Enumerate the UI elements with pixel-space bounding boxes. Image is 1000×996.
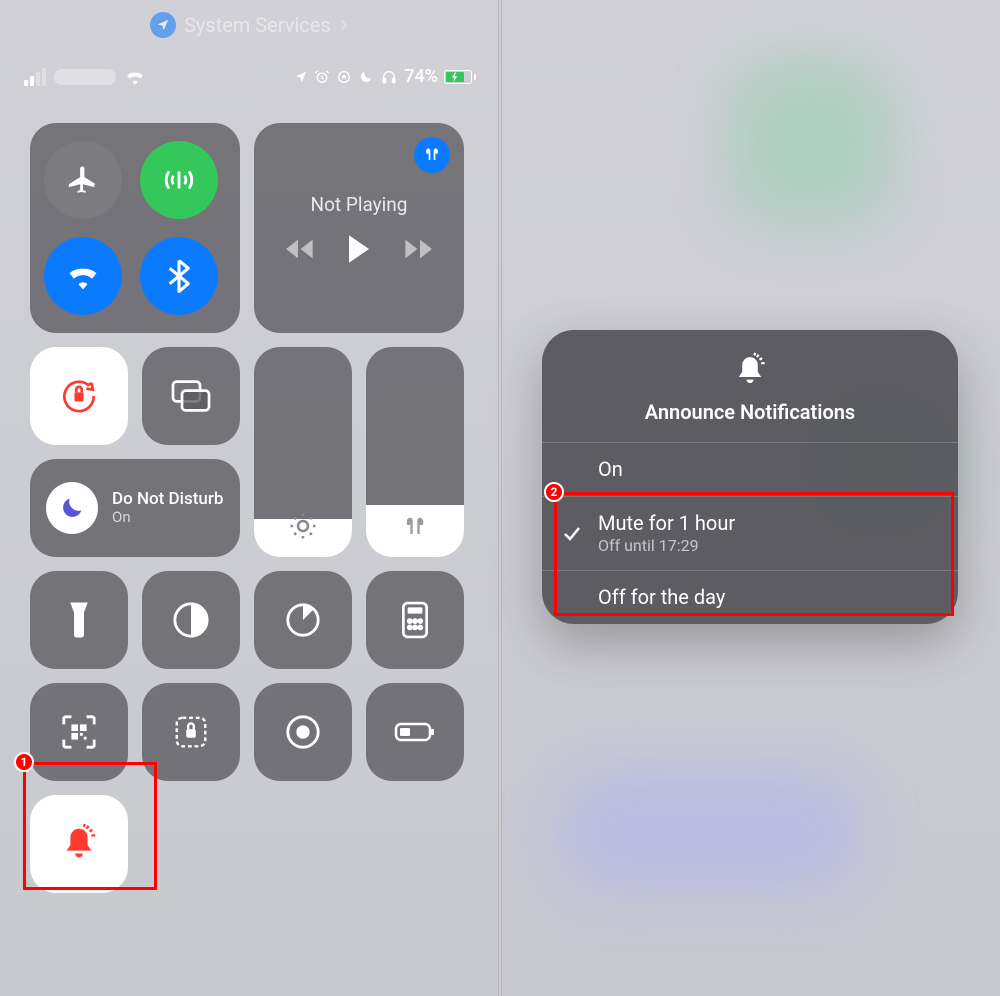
headphones-icon — [380, 69, 398, 85]
brightness-icon — [288, 511, 318, 541]
rewind-icon[interactable] — [286, 238, 318, 260]
wifi-icon — [124, 69, 146, 85]
option-label: Off for the day — [598, 585, 725, 610]
announce-bell-icon — [729, 352, 771, 390]
focus-button[interactable]: Do Not Disturb On — [30, 459, 240, 557]
announce-popover: Announce Notifications On Mute for 1 hou… — [542, 330, 958, 624]
timer-button[interactable] — [254, 571, 352, 669]
status-bar: 74% — [0, 38, 500, 87]
location-arrow-icon — [294, 70, 308, 84]
bluetooth-button[interactable] — [140, 237, 218, 315]
announce-title: Announce Notifications — [645, 400, 855, 424]
panel-divider — [498, 0, 502, 996]
calculator-button[interactable] — [366, 571, 464, 669]
moon-icon — [46, 482, 98, 534]
moon-status-icon — [358, 69, 374, 85]
lock-rotation-status-icon — [336, 69, 352, 85]
airplane-mode-button[interactable] — [44, 141, 122, 219]
connectivity-module[interactable] — [30, 123, 240, 333]
cellular-data-button[interactable] — [140, 141, 218, 219]
cellular-signal-icon — [24, 68, 46, 86]
brightness-slider[interactable] — [254, 347, 352, 557]
focus-state: On — [112, 509, 223, 526]
screen-mirroring-button[interactable] — [142, 347, 240, 445]
breadcrumb: System Services — [0, 0, 500, 38]
announce-notifications-button[interactable] — [30, 795, 128, 893]
wifi-button[interactable] — [44, 237, 122, 315]
breadcrumb-label: System Services — [184, 13, 331, 37]
checkmark-icon — [560, 525, 584, 543]
orientation-lock-button[interactable] — [30, 347, 128, 445]
screen-record-button[interactable] — [254, 683, 352, 781]
announce-popover-screenshot: Announce Notifications On Mute for 1 hou… — [500, 0, 1000, 996]
focus-title: Do Not Disturb — [112, 490, 223, 509]
low-power-button[interactable] — [366, 683, 464, 781]
battery-percent: 74% — [404, 66, 438, 87]
flashlight-button[interactable] — [30, 571, 128, 669]
media-module[interactable]: Not Playing — [254, 123, 464, 333]
guided-access-button[interactable] — [142, 683, 240, 781]
announce-option-on[interactable]: On — [542, 442, 958, 496]
option-sub: Off until 17:29 — [598, 536, 735, 556]
media-status: Not Playing — [311, 193, 408, 216]
announce-option-mute-1h[interactable]: Mute for 1 hour Off until 17:29 — [542, 496, 958, 570]
annotation-badge-1: 1 — [14, 752, 34, 772]
control-center-screenshot: System Services 74% — [0, 0, 500, 996]
airpods-output-icon[interactable] — [414, 137, 450, 173]
announce-option-off-day[interactable]: Off for the day — [542, 570, 958, 624]
annotation-badge-2: 2 — [544, 482, 564, 502]
volume-slider[interactable] — [366, 347, 464, 557]
carrier-blur — [54, 69, 116, 85]
airpods-volume-icon — [399, 513, 431, 541]
dark-mode-button[interactable] — [142, 571, 240, 669]
battery-icon — [444, 70, 476, 84]
chevron-right-icon — [339, 18, 349, 32]
option-label: Mute for 1 hour — [598, 511, 735, 536]
play-icon[interactable] — [346, 234, 372, 264]
location-icon — [150, 12, 176, 38]
control-center-grid: Not Playing — [0, 87, 500, 893]
alarm-icon — [314, 69, 330, 85]
forward-icon[interactable] — [400, 238, 432, 260]
option-label: On — [598, 457, 623, 482]
qr-scanner-button[interactable] — [30, 683, 128, 781]
